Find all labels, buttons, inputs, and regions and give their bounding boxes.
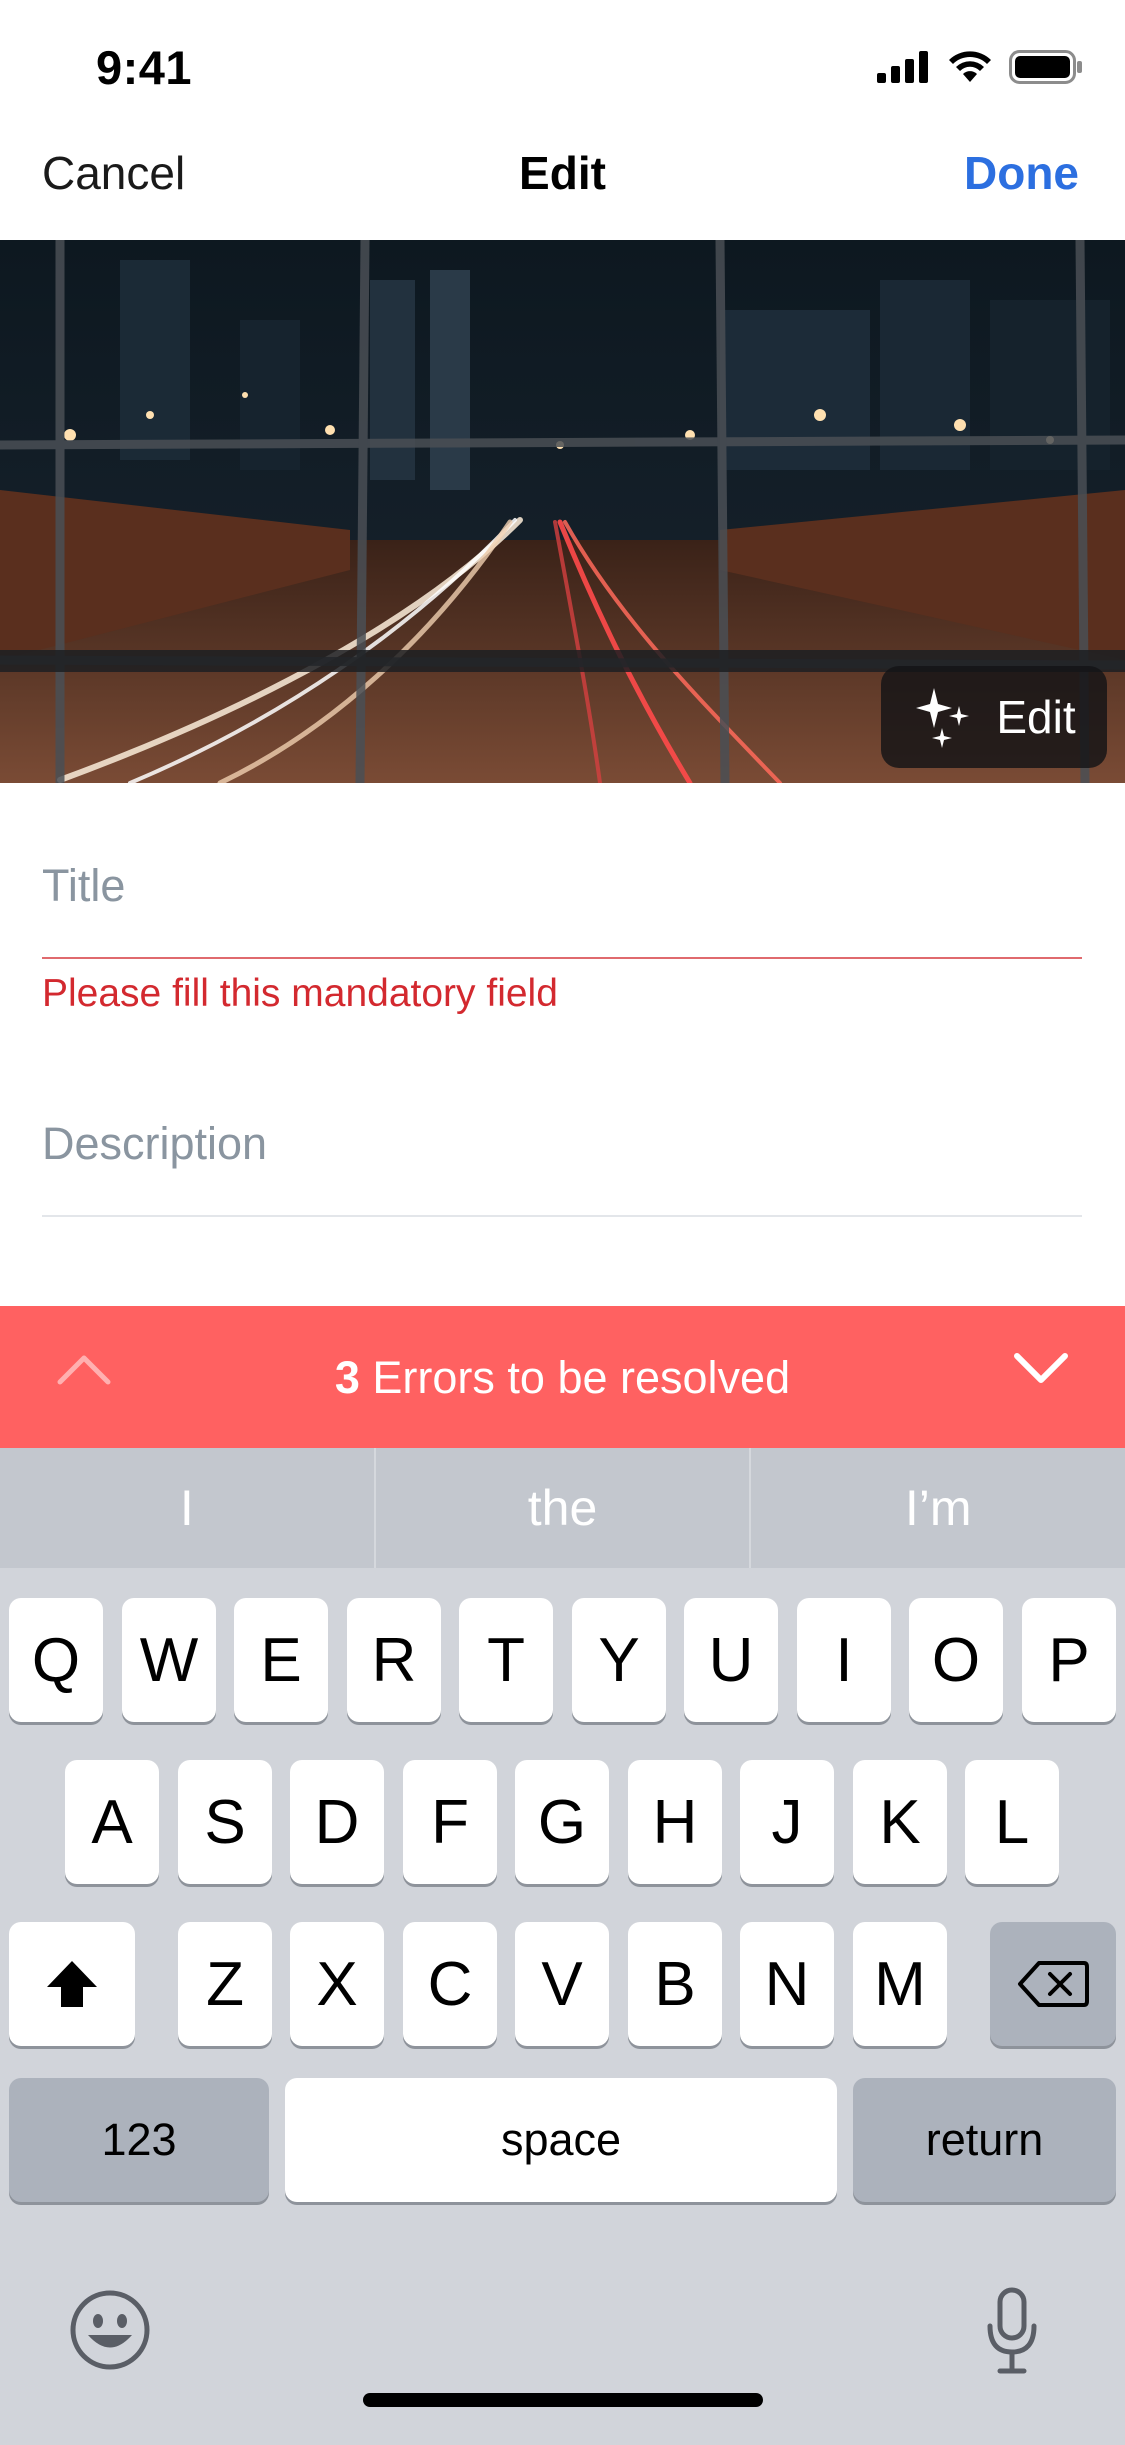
space-key[interactable]: space bbox=[285, 2078, 837, 2202]
sparkles-icon bbox=[916, 688, 970, 748]
title-field[interactable]: Title bbox=[42, 860, 1082, 960]
key-h[interactable]: H bbox=[628, 1760, 722, 1884]
status-icons bbox=[877, 50, 1083, 84]
key-l[interactable]: L bbox=[965, 1760, 1059, 1884]
status-time: 9:41 bbox=[96, 41, 193, 94]
key-m[interactable]: M bbox=[853, 1922, 947, 2046]
photo-edit-label: Edit bbox=[996, 691, 1076, 743]
key-p[interactable]: P bbox=[1022, 1598, 1116, 1722]
key-k[interactable]: K bbox=[853, 1760, 947, 1884]
next-error-chevron-down-icon[interactable] bbox=[1011, 1348, 1071, 1388]
status-bar: 9:41 bbox=[0, 0, 1125, 140]
photo-edit-button[interactable]: Edit bbox=[881, 666, 1107, 768]
key-a[interactable]: A bbox=[65, 1760, 159, 1884]
title-placeholder: Title bbox=[42, 860, 126, 911]
suggestion-item[interactable]: I’m bbox=[751, 1448, 1125, 1568]
key-d[interactable]: D bbox=[290, 1760, 384, 1884]
key-s[interactable]: S bbox=[178, 1760, 272, 1884]
page-title: Edit bbox=[519, 147, 606, 199]
key-c[interactable]: C bbox=[403, 1922, 497, 2046]
description-field[interactable]: Description bbox=[42, 1118, 1082, 1218]
wifi-icon bbox=[949, 51, 991, 82]
key-f[interactable]: F bbox=[403, 1760, 497, 1884]
description-placeholder: Description bbox=[42, 1118, 268, 1169]
done-button[interactable]: Done bbox=[964, 146, 1079, 200]
key-j[interactable]: J bbox=[740, 1760, 834, 1884]
key-r[interactable]: R bbox=[347, 1598, 441, 1722]
keyboard: I the I’m Q W E R T Y U I O P A S D F G … bbox=[0, 1448, 1125, 2445]
key-e[interactable]: E bbox=[234, 1598, 328, 1722]
numbers-key[interactable]: 123 bbox=[9, 2078, 269, 2202]
shift-arrow-icon bbox=[47, 1961, 97, 2007]
key-b[interactable]: B bbox=[628, 1922, 722, 2046]
key-z[interactable]: Z bbox=[178, 1922, 272, 2046]
key-w[interactable]: W bbox=[122, 1598, 216, 1722]
cover-photo: Edit bbox=[0, 240, 1125, 783]
suggestion-bar: I the I’m bbox=[0, 1448, 1125, 1568]
key-x[interactable]: X bbox=[290, 1922, 384, 2046]
error-navigation-bar: 3 Errors to be resolved bbox=[0, 1306, 1125, 1448]
title-underline-error bbox=[42, 957, 1082, 959]
emoji-icon[interactable] bbox=[68, 2288, 152, 2372]
key-g[interactable]: G bbox=[515, 1760, 609, 1884]
microphone-icon[interactable] bbox=[984, 2286, 1040, 2376]
key-t[interactable]: T bbox=[459, 1598, 553, 1722]
title-error-message: Please fill this mandatory field bbox=[42, 972, 558, 1015]
backspace-icon bbox=[1018, 1961, 1089, 2007]
key-v[interactable]: V bbox=[515, 1922, 609, 2046]
signal-icon bbox=[877, 51, 928, 83]
suggestion-item[interactable]: I bbox=[0, 1448, 374, 1568]
error-summary: 3 Errors to be resolved bbox=[0, 1352, 1125, 1404]
description-underline bbox=[42, 1215, 1082, 1217]
key-y[interactable]: Y bbox=[572, 1598, 666, 1722]
shift-key[interactable] bbox=[9, 1922, 135, 2046]
return-key[interactable]: return bbox=[853, 2078, 1116, 2202]
key-n[interactable]: N bbox=[740, 1922, 834, 2046]
key-o[interactable]: O bbox=[909, 1598, 1003, 1722]
suggestion-item[interactable]: the bbox=[376, 1448, 750, 1568]
key-q[interactable]: Q bbox=[9, 1598, 103, 1722]
key-u[interactable]: U bbox=[684, 1598, 778, 1722]
key-i[interactable]: I bbox=[797, 1598, 891, 1722]
error-count: 3 bbox=[334, 1352, 360, 1403]
battery-icon bbox=[1009, 50, 1082, 84]
error-message: Errors to be resolved bbox=[372, 1352, 791, 1403]
delete-key[interactable] bbox=[990, 1922, 1116, 2046]
navigation-bar: Cancel Edit Done bbox=[0, 140, 1125, 240]
home-indicator bbox=[363, 2393, 763, 2407]
